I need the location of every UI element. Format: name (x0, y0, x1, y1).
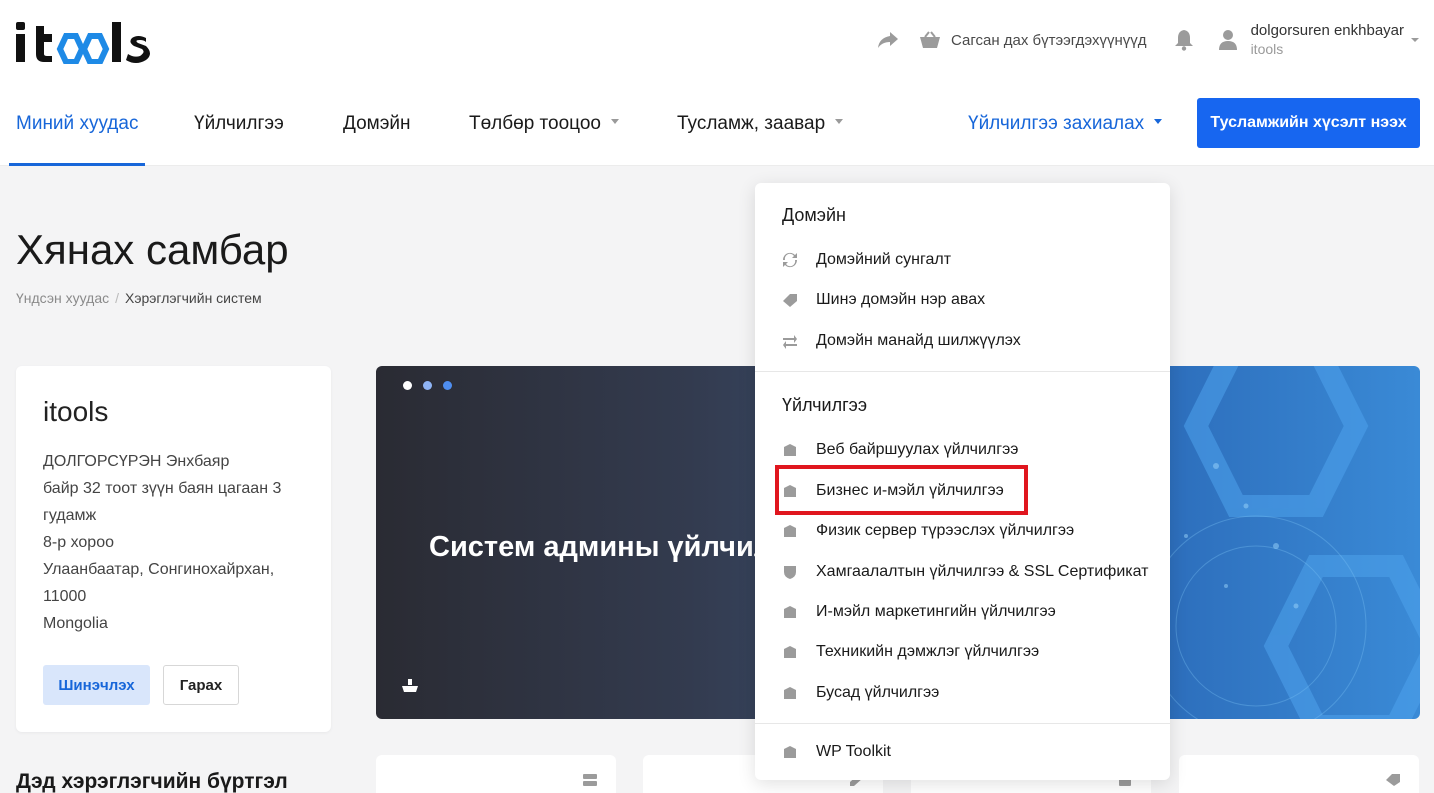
nav-services[interactable]: Үйлчилгээ (194, 92, 284, 166)
menu-item-domain-renewal[interactable]: Домэйний сунгалт (782, 248, 951, 272)
nav-domain[interactable]: Домэйн (343, 92, 411, 166)
box-icon (782, 604, 798, 620)
logout-button[interactable]: Гарах (163, 665, 239, 705)
page-title: Хянах самбар (16, 226, 289, 273)
address-line: ДОЛГОРСҮРЭН Энхбаяр (43, 453, 230, 470)
nav-billing[interactable]: Төлбөр тооцоо (469, 92, 619, 166)
menu-item-label: Бусад үйлчилгээ (816, 684, 940, 701)
box-icon (782, 744, 798, 760)
menu-item-label: Домэйн манайд шилжүүлэх (816, 332, 1021, 349)
tag-icon (1386, 774, 1400, 786)
breadcrumb-home[interactable]: Үндсэн хуудас (16, 290, 109, 306)
address-line: Улаанбаатар, Сонгинохайрхан, 11000 (43, 561, 275, 605)
menu-item-domain-transfer[interactable]: Домэйн манайд шилжүүлэх (782, 329, 1021, 353)
itools-logo[interactable] (16, 22, 168, 64)
highlight-box (775, 465, 1028, 515)
company-name: itools (43, 396, 109, 427)
nav-help-label: Тусламж, заавар (677, 113, 826, 134)
address-block: ДОЛГОРСҮРЭН Энхбаяр байр 32 тоот зүүн ба… (43, 448, 304, 637)
caret-down-icon (610, 119, 619, 125)
server-icon (583, 774, 597, 786)
menu-item-label: Физик сервер түрээслэх үйлчилгээ (816, 522, 1075, 539)
menu-item-web-hosting[interactable]: Веб байршуулах үйлчилгээ (782, 438, 1018, 462)
menu-item-dedicated-server[interactable]: Физик сервер түрээслэх үйлчилгээ (782, 519, 1074, 543)
box-icon (782, 644, 798, 660)
carousel-dots (403, 381, 463, 390)
menu-item-security-ssl[interactable]: Хамгаалалтын үйлчилгээ & SSL Сертификат (782, 560, 1148, 584)
shield-icon (782, 564, 798, 580)
nav-help[interactable]: Тусламж, заавар (677, 92, 844, 166)
nav-order-label: Үйлчилгээ захиалах (968, 113, 1145, 134)
menu-item-email-marketing[interactable]: И-мэйл маркетингийн үйлчилгээ (782, 600, 1056, 624)
update-button[interactable]: Шинэчлэх (43, 665, 150, 705)
top-header: Сагсан дах бүтээгдэхүүнүүд dolgorsuren e… (0, 0, 1434, 166)
cart-icon[interactable] (917, 27, 943, 53)
address-line: байр 32 тоот зүүн баян цагаан 3 гудамж (43, 480, 282, 524)
menu-item-label: Домэйний сунгалт (816, 251, 952, 268)
menu-item-label: Веб байршуулах үйлчилгээ (816, 441, 1019, 458)
refresh-icon (782, 252, 798, 268)
menu-item-tech-support[interactable]: Техникийн дэмжлэг үйлчилгээ (782, 640, 1039, 664)
box-icon (782, 523, 798, 539)
breadcrumb-separator: / (115, 290, 119, 306)
share-icon[interactable] (875, 27, 901, 53)
open-support-ticket-button[interactable]: Тусламжийн хүсэлт нээх (1197, 98, 1420, 148)
dropdown-divider (755, 371, 1170, 372)
user-name: dolgorsuren enkhbayar (1250, 22, 1404, 39)
chevron-down-icon[interactable] (1410, 35, 1420, 45)
banner-headline: Систем админы үйлчил (429, 531, 773, 563)
tag-icon (782, 292, 798, 308)
breadcrumb-current: Хэрэглэгчийн систем (125, 290, 262, 306)
carousel-dot[interactable] (443, 381, 452, 390)
carousel-dot[interactable] (423, 381, 432, 390)
support-icon (402, 679, 418, 692)
breadcrumb: Үндсэн хуудас / Хэрэглэгчийн систем (16, 290, 262, 306)
menu-item-label: И-мэйл маркетингийн үйлчилгээ (816, 603, 1056, 620)
profile-card: itools ДОЛГОРСҮРЭН Энхбаяр байр 32 тоот … (16, 366, 331, 732)
carousel-dot[interactable] (403, 381, 412, 390)
stat-card[interactable] (376, 755, 616, 793)
menu-item-wp-toolkit[interactable]: WP Toolkit (782, 740, 891, 764)
nav-billing-label: Төлбөр тооцоо (469, 113, 601, 134)
user-org: itools (1250, 41, 1284, 57)
user-avatar-icon[interactable] (1217, 29, 1239, 51)
menu-item-new-domain[interactable]: Шинэ домэйн нэр авах (782, 288, 985, 312)
menu-item-label: WP Toolkit (816, 743, 891, 760)
dropdown-header-services: Үйлчилгээ (782, 395, 868, 415)
sub-accounts-heading: Дэд хэрэглэгчийн бүртгэл (16, 770, 288, 793)
dropdown-divider (755, 723, 1170, 724)
transfer-icon (782, 333, 798, 349)
menu-item-label: Шинэ домэйн нэр авах (816, 291, 986, 308)
nav-order-services[interactable]: Үйлчилгээ захиалах (968, 92, 1163, 166)
box-icon (782, 685, 798, 701)
dropdown-header-domain: Домэйн (782, 205, 846, 225)
box-icon (782, 442, 798, 458)
notification-bell-icon[interactable] (1171, 27, 1197, 53)
stat-card[interactable] (1179, 755, 1419, 793)
address-line: 8-р хороо (43, 534, 114, 551)
caret-down-icon (835, 119, 844, 125)
user-menu[interactable]: dolgorsuren enkhbayar itools (1251, 21, 1404, 59)
address-line: Mongolia (43, 615, 108, 632)
nav-my-page[interactable]: Миний хуудас (9, 92, 146, 166)
caret-down-icon (1154, 119, 1163, 125)
cart-label[interactable]: Сагсан дах бүтээгдэхүүнүүд (951, 32, 1147, 49)
menu-item-label: Хамгаалалтын үйлчилгээ & SSL Сертификат (816, 563, 1149, 580)
menu-item-label: Техникийн дэмжлэг үйлчилгээ (816, 643, 1040, 660)
menu-item-other-services[interactable]: Бусад үйлчилгээ (782, 681, 939, 705)
